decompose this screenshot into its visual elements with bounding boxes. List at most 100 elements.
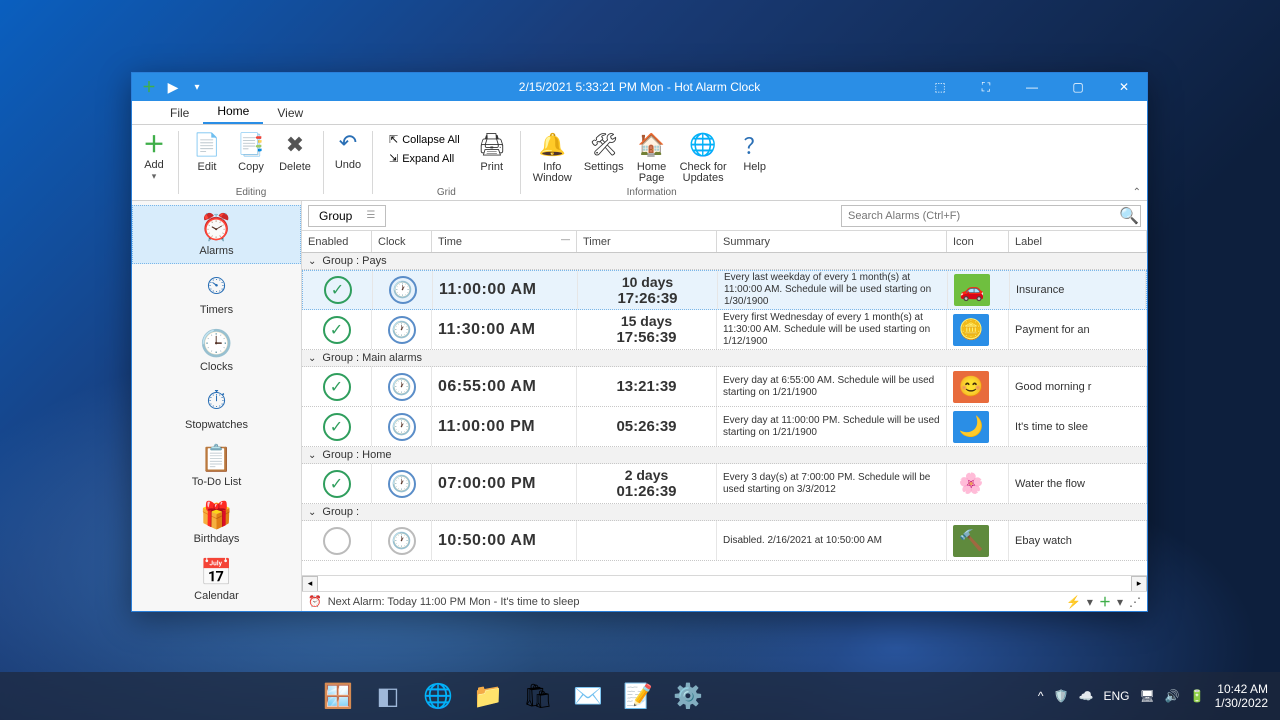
tab-home[interactable]: Home (203, 100, 263, 124)
table-row[interactable]: 🕐 10:50:00 AM Disabled. 2/16/2021 at 10:… (302, 521, 1147, 561)
taskbar-clock[interactable]: 10:42 AM 1/30/2022 (1215, 682, 1268, 710)
settings-button[interactable]: 🛠 Settings (578, 127, 630, 175)
col-clock[interactable]: Clock (372, 231, 432, 252)
explorer-icon[interactable]: 📁 (468, 676, 508, 716)
calendar-icon: 📅 (200, 557, 232, 588)
undo-button[interactable]: ↶ Undo (326, 125, 370, 200)
edit-button[interactable]: 📄 Edit (185, 127, 229, 175)
expand-all-button[interactable]: ⇲ Expand All (385, 150, 464, 167)
group-row[interactable]: ⌄Group : Pays (302, 253, 1147, 270)
help-icon: ？ (739, 129, 771, 161)
taskbar: 🪟 ◧ 🌐 📁 🛍 ✉️ 📝 ⚙️ ^ 🛡️ ☁️ ENG 🖥 🔊 🔋 10:4… (0, 672, 1280, 720)
table-row[interactable]: ✓ 🕐 07:00:00 PM 2 days01:26:39 Every 3 d… (302, 464, 1147, 504)
sidebar-item-clocks[interactable]: 🕒 Clocks (132, 322, 301, 379)
col-timer[interactable]: Timer (577, 231, 717, 252)
weather-icon[interactable]: ☁️ (1079, 689, 1094, 703)
enabled-toggle[interactable] (323, 527, 351, 555)
qat-add-icon[interactable]: ＋ (140, 78, 158, 96)
sidebar-item-todo[interactable]: 📋 To-Do List (132, 437, 301, 494)
info-window-button[interactable]: 🔔 Info Window (527, 127, 578, 186)
col-summary[interactable]: Summary (717, 231, 947, 252)
col-icon[interactable]: Icon (947, 231, 1009, 252)
taskview-icon[interactable]: ◧ (368, 676, 408, 716)
group-row[interactable]: ⌄Group : Main alarms (302, 350, 1147, 367)
print-icon: 🖨 (476, 129, 508, 161)
ribbon-collapse-icon[interactable]: ⌃ (1133, 187, 1141, 198)
timer-value: 15 days17:56:39 (583, 313, 710, 346)
group-row[interactable]: ⌄Group : (302, 504, 1147, 521)
delete-button[interactable]: ✖ Delete (273, 127, 317, 175)
chevron-down-icon[interactable]: ▾ (1087, 595, 1093, 609)
app-window: ＋ ▶ ▾ 2/15/2021 5:33:21 PM Mon - Hot Ala… (131, 72, 1148, 612)
help-button[interactable]: ？ Help (733, 127, 777, 175)
group-dropdown[interactable]: Group ☰ (308, 205, 386, 227)
edge-icon[interactable]: 🌐 (418, 676, 458, 716)
bell-icon: 🔔 (536, 129, 568, 161)
globe-icon: 🌐 (687, 129, 719, 161)
add-button[interactable]: ＋ Add ▾ (132, 125, 176, 200)
add-status-icon[interactable]: ＋ (1099, 593, 1111, 610)
timer-value: 2 days01:26:39 (583, 467, 710, 500)
scroll-left-icon[interactable]: ◂ (302, 576, 318, 592)
close-icon[interactable]: ✕ (1101, 73, 1147, 101)
col-label[interactable]: Label (1009, 231, 1147, 252)
sidebar-item-birthdays[interactable]: 🎁 Birthdays (132, 494, 301, 551)
resize-grip-icon[interactable]: ⋰ (1129, 595, 1141, 609)
label-text: Ebay watch (1015, 535, 1072, 547)
home-page-button[interactable]: 🏠 Home Page (630, 127, 674, 186)
chevron-down-icon: ⌄ (308, 450, 316, 461)
enabled-toggle[interactable]: ✓ (323, 316, 351, 344)
volume-icon[interactable]: 🔊 (1165, 689, 1180, 703)
security-icon[interactable]: 🛡️ (1054, 689, 1069, 703)
store-icon[interactable]: 🛍 (518, 676, 558, 716)
table-row[interactable]: ✓ 🕐 11:30:00 AM 15 days17:56:39 Every fi… (302, 310, 1147, 350)
row-icon: 😊 (953, 371, 989, 403)
time-value: 11:00:00 AM (439, 281, 536, 299)
table-row[interactable]: ✓ 🕐 11:00:00 AM 10 days17:26:39 Every la… (302, 270, 1147, 310)
enabled-toggle[interactable]: ✓ (323, 373, 351, 401)
language-indicator[interactable]: ENG (1103, 689, 1129, 703)
col-time[interactable]: Time— (432, 231, 577, 252)
enabled-toggle[interactable]: ✓ (323, 470, 351, 498)
sidebar: ⏰ Alarms ⏲ Timers 🕒 Clocks ⏱ Stopwatches… (132, 201, 302, 611)
settings-icon[interactable]: ⚙️ (668, 676, 708, 716)
search-box: 🔍 (841, 205, 1141, 227)
print-button[interactable]: 🖨 Print (470, 127, 514, 175)
horizontal-scrollbar[interactable]: ◂ ▸ (302, 575, 1147, 591)
tab-file[interactable]: File (156, 102, 203, 124)
pin-icon[interactable]: ⬚ (917, 73, 963, 101)
sidebar-item-timers[interactable]: ⏲ Timers (132, 264, 301, 322)
display-icon[interactable]: 🖥 (1139, 689, 1154, 703)
copy-button[interactable]: 📑 Copy (229, 127, 273, 175)
search-icon[interactable]: 🔍 (1118, 206, 1140, 226)
qat-play-icon[interactable]: ▶ (164, 78, 182, 96)
clock-face-icon: 🕐 (388, 413, 416, 441)
label-text: Insurance (1016, 284, 1064, 296)
table-row[interactable]: ✓ 🕐 11:00:00 PM 05:26:39 Every day at 11… (302, 407, 1147, 447)
minimize-icon[interactable]: — (1009, 73, 1055, 101)
search-input[interactable] (842, 210, 1118, 222)
scroll-right-icon[interactable]: ▸ (1131, 576, 1147, 592)
maximize-icon[interactable]: ▢ (1055, 73, 1101, 101)
enabled-toggle[interactable]: ✓ (323, 413, 351, 441)
power-icon[interactable]: ⚡ (1066, 595, 1081, 609)
chevron-down-icon[interactable]: ▾ (1117, 595, 1123, 609)
collapse-all-button[interactable]: ⇱ Collapse All (385, 131, 464, 148)
qat-dropdown-icon[interactable]: ▾ (188, 78, 206, 96)
time-value: 07:00:00 PM (438, 475, 536, 493)
sidebar-item-calendar[interactable]: 📅 Calendar (132, 551, 301, 608)
enabled-toggle[interactable]: ✓ (324, 276, 352, 304)
sidebar-item-stopwatches[interactable]: ⏱ Stopwatches (132, 379, 301, 437)
check-updates-button[interactable]: 🌐 Check for Updates (674, 127, 733, 186)
focus-icon[interactable]: ⛶ (963, 73, 1009, 101)
group-row[interactable]: ⌄Group : Home (302, 447, 1147, 464)
app-icon[interactable]: 📝 (618, 676, 658, 716)
tab-view[interactable]: View (263, 102, 317, 124)
col-enabled[interactable]: Enabled (302, 231, 372, 252)
table-row[interactable]: ✓ 🕐 06:55:00 AM 13:21:39 Every day at 6:… (302, 367, 1147, 407)
sidebar-item-alarms[interactable]: ⏰ Alarms (132, 205, 301, 264)
start-icon[interactable]: 🪟 (318, 676, 358, 716)
mail-icon[interactable]: ✉️ (568, 676, 608, 716)
battery-icon[interactable]: 🔋 (1190, 689, 1205, 703)
tray-chevron-icon[interactable]: ^ (1038, 689, 1044, 703)
